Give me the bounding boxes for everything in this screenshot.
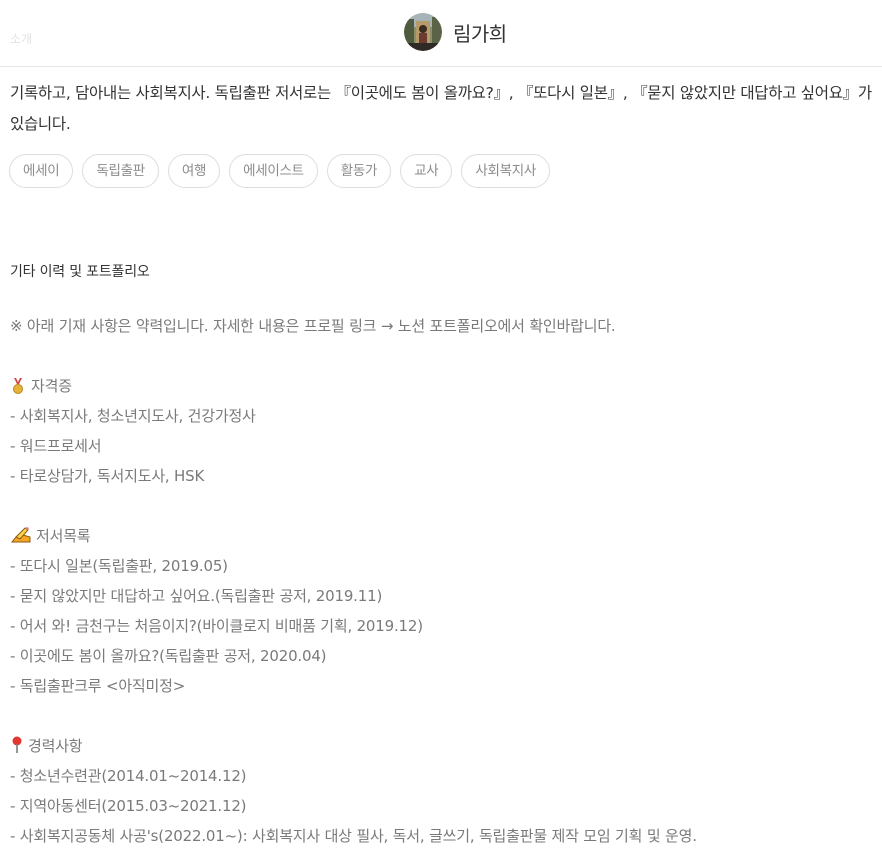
portfolio-heading: 기타 이력 및 포트폴리오: [10, 264, 150, 280]
portfolio-notice: ※ 아래 기재 사항은 약력입니다. 자세한 내용은 프로필 링크 → 노션 포…: [10, 317, 616, 335]
tag-list: 에세이 독립출판 여행 에세이스트 활동가 교사 사회복지사: [9, 154, 550, 188]
tag-travel[interactable]: 여행: [167, 154, 221, 188]
profile-intro: 기록하고, 담아내는 사회복지사. 독립출판 저서로는 『이곳에도 봄이 올까요…: [10, 84, 872, 133]
career-title-row: 경력사항: [10, 735, 83, 756]
writing-hand-icon: [10, 527, 31, 543]
certificates-title-row: 자격증: [10, 375, 72, 396]
tag-activist[interactable]: 활동가: [326, 154, 392, 188]
author-name[interactable]: 림가희: [453, 18, 507, 47]
book-item: - 이곳에도 봄이 올까요?(독립출판 공저, 2020.04): [10, 647, 327, 665]
career-item: - 청소년수련관(2014.01~2014.12): [10, 767, 247, 785]
book-item: - 또다시 일본(독립출판, 2019.05): [10, 557, 228, 575]
career-item: - 지역아동센터(2015.03~2021.12): [10, 797, 247, 815]
author-profile-link[interactable]: 림가희: [404, 13, 507, 51]
certificate-item: - 사회복지사, 청소년지도사, 건강가정사: [10, 407, 256, 425]
profile-header: 소개 림가희: [0, 0, 882, 67]
certificate-item: - 워드프로세서: [10, 437, 102, 455]
tag-social-worker[interactable]: 사회복지사: [461, 154, 550, 188]
certificate-item: - 타로상담가, 독서지도사, HSK: [10, 467, 205, 485]
avatar[interactable]: [404, 13, 442, 51]
tag-essayist[interactable]: 에세이스트: [229, 154, 318, 188]
book-item: - 어서 와! 금천구는 처음이지?(바이클로지 비매품 기획, 2019.12…: [10, 617, 423, 635]
books-title-row: 저서목록: [10, 525, 91, 546]
pushpin-icon: [12, 736, 22, 753]
career-title: 경력사항: [28, 737, 83, 755]
tag-indie-publishing[interactable]: 독립출판: [82, 154, 159, 188]
certificates-title: 자격증: [31, 377, 72, 395]
tag-teacher[interactable]: 교사: [400, 154, 453, 188]
medal-icon: [13, 378, 23, 394]
career-item: - 사회복지공동체 사공's(2022.01~): 사회복지사 대상 필사, 독…: [10, 827, 697, 845]
books-title: 저서목록: [36, 527, 91, 545]
section-label: 소개: [10, 32, 33, 46]
book-item: - 독립출판크루 <아직미정>: [10, 677, 186, 695]
tag-essay[interactable]: 에세이: [9, 154, 74, 188]
book-item: - 묻지 않았지만 대답하고 싶어요.(독립출판 공저, 2019.11): [10, 587, 383, 605]
